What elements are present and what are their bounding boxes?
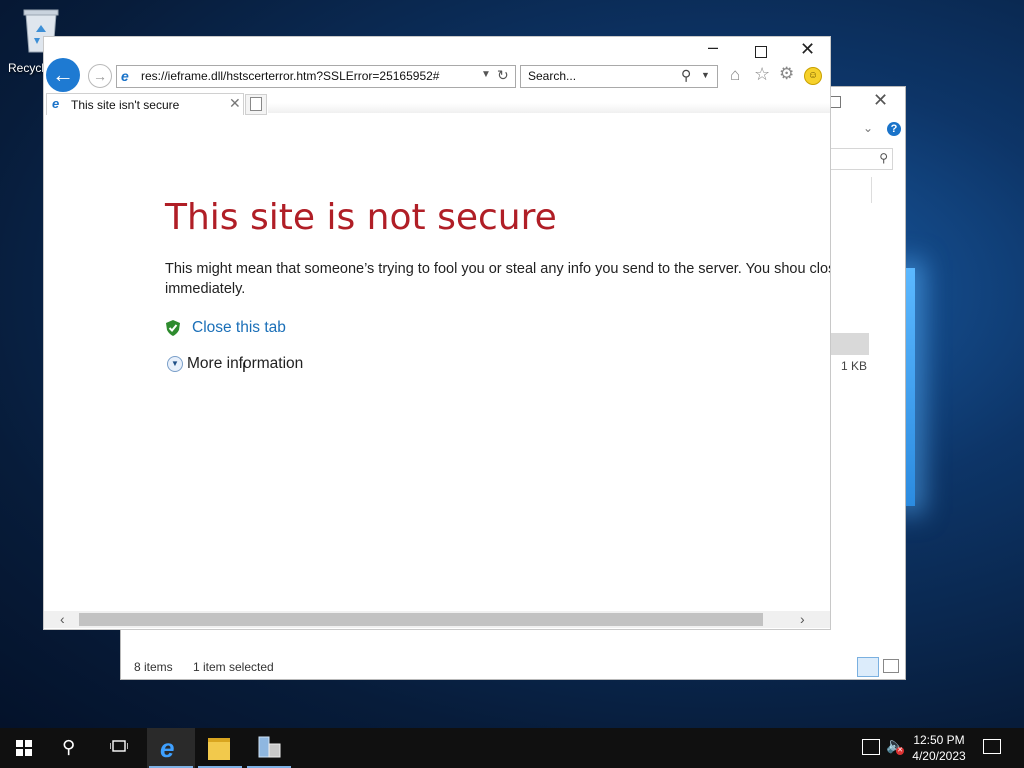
file-explorer-icon [208, 738, 230, 760]
expand-chevron-icon[interactable]: ▼ [167, 356, 183, 372]
warning-description: This might mean that someone’s trying to… [165, 261, 830, 297]
taskbar: ⚲ e 🔈 ✕ 12:50 PM 4/20/2023 [0, 728, 1024, 768]
page-content: This site is not secure This might mean … [44, 115, 830, 611]
search-box[interactable]: Search... ⚲ ▼ [520, 65, 718, 88]
notification-icon[interactable] [983, 739, 1001, 754]
scroll-left-icon[interactable]: ‹ [60, 611, 65, 627]
scrollbar-thumb[interactable] [79, 613, 763, 626]
ie-icon: e [160, 733, 175, 763]
home-icon[interactable]: ⌂ [730, 65, 740, 85]
taskbar-file-explorer[interactable] [196, 728, 244, 768]
favorites-star-icon[interactable]: ☆ [754, 64, 770, 85]
tab-strip [268, 103, 830, 113]
ie-icon: e [121, 68, 129, 84]
search-icon[interactable]: ⚲ [62, 737, 75, 758]
tab-active[interactable]: e This site isn't secure ✕ [46, 93, 244, 115]
file-size: 1 KB [841, 359, 868, 373]
internet-explorer-window: – ✕ ← → e res://ieframe.dll/hstscerterro… [43, 36, 831, 630]
scroll-right-icon[interactable]: › [800, 611, 805, 627]
search-icon[interactable]: ⚲ [681, 67, 691, 84]
gear-icon[interactable]: ⚙ [779, 64, 794, 84]
status-item-count: 8 items [134, 660, 173, 674]
wallpaper-light-beam [905, 268, 915, 506]
search-icon: ⚲ [879, 151, 888, 165]
status-selected-count: 1 item selected [193, 660, 274, 674]
explorer-search-box[interactable]: ⚲ [829, 148, 893, 170]
tab-title: This site isn't secure [71, 98, 180, 112]
server-manager-icon [258, 736, 281, 758]
text-cursor-icon: I [242, 359, 246, 375]
system-clock[interactable]: 12:50 PM 4/20/2023 [908, 732, 970, 764]
taskbar-server-manager[interactable] [245, 728, 293, 768]
page-title: This site is not secure [165, 197, 557, 238]
close-this-tab-link[interactable]: Close this tab [192, 319, 286, 337]
new-tab-button[interactable] [245, 94, 267, 115]
windows-start-icon[interactable] [16, 740, 32, 756]
address-bar[interactable]: e res://ieframe.dll/hstscerterror.htm?SS… [116, 65, 516, 88]
ie-icon: e [52, 96, 60, 111]
close-button[interactable]: ✕ [800, 39, 815, 60]
title-bar[interactable]: – ✕ [44, 37, 830, 63]
mute-badge: ✕ [896, 747, 904, 755]
large-icons-view-button[interactable] [883, 659, 899, 673]
ribbon-expand-chevron-icon[interactable]: ⌄ [863, 121, 873, 135]
back-arrow-icon: ← [52, 62, 74, 87]
clock-date: 4/20/2023 [912, 749, 966, 763]
help-icon[interactable]: ? [887, 122, 901, 136]
address-dropdown-icon[interactable]: ▼ [481, 69, 491, 80]
forward-button[interactable]: → [88, 64, 112, 88]
network-icon[interactable] [862, 739, 880, 755]
forward-arrow-icon: → [93, 68, 107, 84]
back-button[interactable]: ← [46, 58, 80, 92]
maximize-button[interactable] [755, 46, 767, 58]
taskview-icon[interactable] [110, 738, 128, 754]
details-view-button[interactable] [857, 657, 879, 677]
desktop: Recycl ✕ ⌄ ? ⚲ 1 KB 8 items 1 item selec… [0, 0, 1024, 728]
selected-file-row[interactable] [829, 333, 869, 355]
minimize-button[interactable]: – [708, 37, 718, 58]
refresh-icon[interactable]: ↻ [497, 67, 509, 84]
taskbar-internet-explorer[interactable]: e [147, 728, 195, 768]
shield-check-icon [166, 320, 180, 336]
search-dropdown-icon[interactable]: ▼ [701, 70, 710, 80]
tab-close-icon[interactable]: ✕ [229, 95, 241, 112]
address-url[interactable]: res://ieframe.dll/hstscerterror.htm?SSLE… [141, 69, 439, 83]
close-button[interactable]: ✕ [873, 90, 888, 111]
search-placeholder: Search... [528, 69, 577, 83]
clock-time: 12:50 PM [913, 733, 965, 747]
horizontal-scrollbar[interactable]: ‹ › [44, 611, 830, 628]
column-divider [871, 177, 872, 203]
new-tab-icon [250, 97, 262, 111]
smiley-feedback-icon[interactable]: ☺ [804, 67, 822, 85]
